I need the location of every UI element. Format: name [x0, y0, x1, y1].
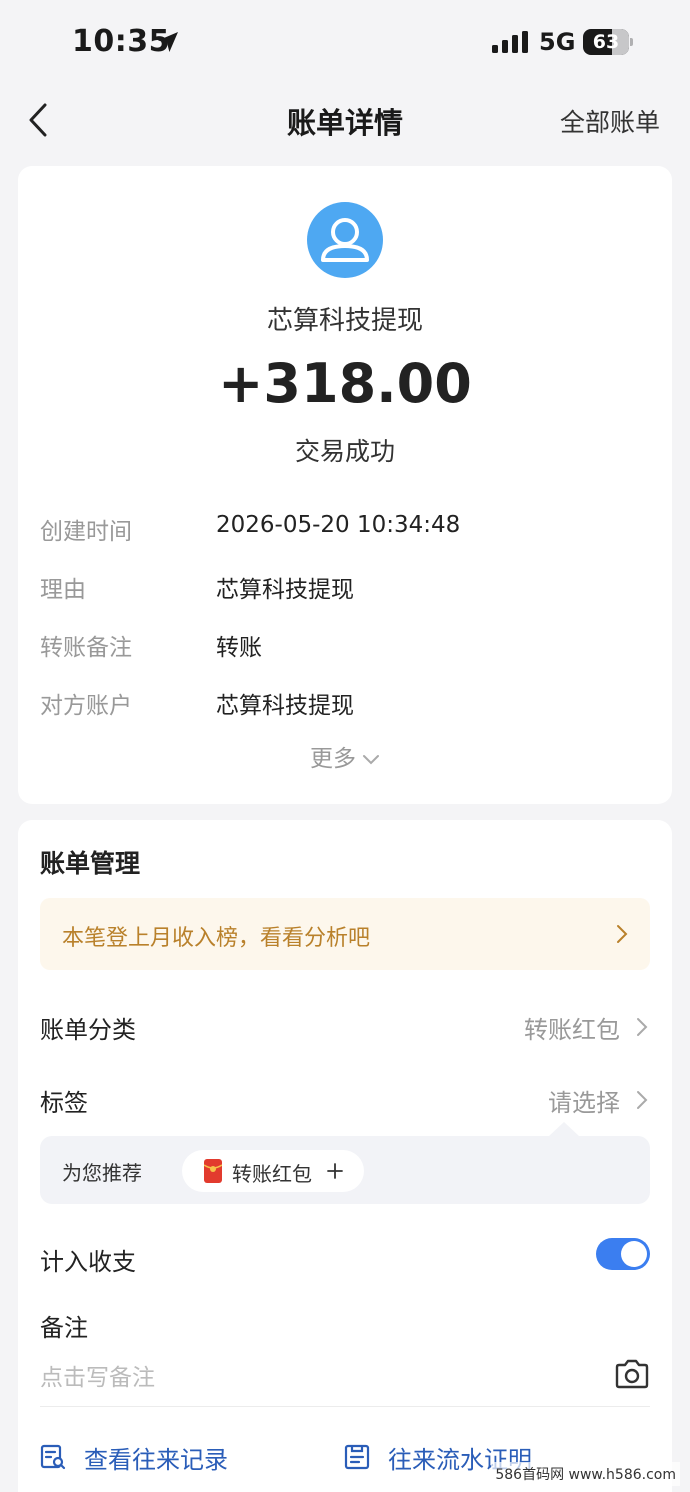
- link-label: 查看往来记录: [84, 1446, 228, 1474]
- recommend-box: 为您推荐 转账红包: [40, 1136, 650, 1204]
- setting-label: 标签: [40, 1089, 88, 1117]
- chevron-down-icon: [363, 754, 379, 764]
- detail-value: 2026-05-20 10:34:48: [216, 512, 461, 538]
- setting-label: 计入收支: [40, 1248, 136, 1276]
- status-bar: 10:35 5G 63: [0, 0, 690, 86]
- include-stats-row: 计入收支: [40, 1238, 650, 1282]
- bill-management-card: 账单管理 本笔登上月收入榜，看看分析吧 账单分类 转账红包 标签 请选择 为您推…: [18, 820, 672, 1492]
- plus-icon: [327, 1163, 343, 1179]
- battery-percent: 63: [592, 31, 620, 53]
- detail-value: 芯算科技提现: [216, 693, 354, 719]
- more-label: 更多: [310, 746, 356, 772]
- tag-value: 请选择: [548, 1089, 620, 1117]
- transaction-card: 芯算科技提现 +318.00 交易成功 创建时间 2026-05-20 10:3…: [18, 166, 672, 804]
- trade-status: 交易成功: [294, 437, 395, 466]
- note-row: 备注: [40, 1308, 650, 1348]
- cellular-signal-icon: [492, 31, 528, 53]
- more-details-button[interactable]: 更多: [18, 739, 672, 773]
- detail-value: 芯算科技提现: [216, 577, 354, 603]
- recommend-label: 为您推荐: [62, 1161, 142, 1185]
- promo-text: 本笔登上月收入榜，看看分析吧: [62, 926, 371, 951]
- site-watermark: 586首码网 www.h586.com: [491, 1462, 680, 1486]
- camera-icon[interactable]: [614, 1358, 650, 1390]
- detail-value: 转账: [216, 635, 262, 661]
- tag-row[interactable]: 标签 请选择: [40, 1083, 650, 1123]
- document-icon: [344, 1444, 370, 1470]
- include-stats-toggle[interactable]: [596, 1238, 650, 1270]
- category-value: 转账红包: [524, 1016, 620, 1044]
- recommended-tag-chip[interactable]: 转账红包: [182, 1150, 364, 1192]
- note-label: 备注: [40, 1314, 88, 1342]
- amount: +318.00: [218, 352, 472, 415]
- records-search-icon: [40, 1444, 66, 1470]
- detail-row-reason: 理由 芯算科技提现: [40, 570, 650, 610]
- detail-row-created-time: 创建时间 2026-05-20 10:34:48: [40, 512, 650, 552]
- red-packet-icon: [204, 1159, 222, 1183]
- all-bills-button[interactable]: 全部账单: [560, 103, 660, 139]
- toggle-knob: [621, 1241, 647, 1267]
- chevron-right-icon: [637, 1091, 648, 1109]
- note-input[interactable]: [40, 1360, 580, 1396]
- detail-row-transfer-note: 转账备注 转账: [40, 628, 650, 668]
- setting-label: 账单分类: [40, 1016, 136, 1044]
- avatar: [307, 202, 383, 278]
- location-arrow-icon: [158, 32, 178, 52]
- payee-name: 芯算科技提现: [266, 306, 423, 336]
- nav-bar: 账单详情 全部账单: [0, 86, 690, 154]
- bill-category-row[interactable]: 账单分类 转账红包: [40, 1010, 650, 1050]
- income-ranking-banner[interactable]: 本笔登上月收入榜，看看分析吧: [40, 898, 650, 970]
- detail-label: 转账备注: [40, 635, 132, 661]
- detail-label: 理由: [40, 577, 86, 603]
- network-type: 5G: [539, 28, 576, 56]
- detail-label: 对方账户: [40, 693, 132, 719]
- battery-icon: 63: [583, 29, 633, 55]
- tag-chip-label: 转账红包: [232, 1162, 312, 1186]
- section-title: 账单管理: [40, 849, 141, 878]
- detail-label: 创建时间: [40, 519, 132, 545]
- detail-row-counterparty: 对方账户 芯算科技提现: [40, 686, 650, 726]
- recommend-pointer: [548, 1122, 580, 1137]
- bill-detail-page: 10:35 5G 63 账单详情 全部账单 芯算科技提现 +318.00 交易成…: [0, 0, 690, 1492]
- user-silhouette-icon: [321, 218, 369, 262]
- chevron-right-icon: [637, 1018, 648, 1036]
- divider: [40, 1406, 650, 1407]
- chevron-right-icon: [617, 925, 628, 943]
